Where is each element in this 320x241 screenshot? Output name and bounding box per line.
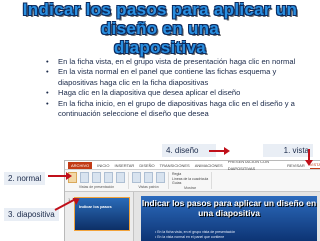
- arrow-head-icon: [305, 160, 313, 166]
- slide-canvas[interactable]: Indicar los pasos para aplicar un diseño…: [141, 196, 317, 241]
- ribbon-group-label: Vistas de presentación: [78, 185, 115, 189]
- callout-design: 4. diseño: [162, 144, 216, 157]
- arrow-head-icon: [224, 147, 230, 155]
- arrow-to-design: [209, 150, 225, 152]
- ribbon-group-presentation-views: Vistas de presentación: [68, 172, 129, 189]
- powerpoint-screenshot: ARCHIVO INICIO INSERTAR DISEÑO TRANSICIO…: [64, 160, 320, 241]
- tab-home[interactable]: INICIO: [97, 162, 109, 169]
- list-item: En la vista normal en el panel que conti…: [155, 235, 315, 240]
- notes-page-button[interactable]: [104, 172, 113, 183]
- callout-view: 1. vista: [263, 144, 313, 157]
- ribbon: Vistas de presentación Vistas patrón Reg…: [65, 170, 320, 192]
- tab-review[interactable]: REVISAR: [287, 162, 305, 169]
- slide-sorter-button[interactable]: [92, 172, 101, 183]
- workspace: 1 Indicar los pasos Indicar los pasos pa…: [65, 192, 320, 241]
- slide-title-line2: diapositiva: [113, 38, 207, 57]
- notes-master-button[interactable]: [156, 172, 165, 183]
- tab-transitions[interactable]: TRANSICIONES: [160, 162, 190, 169]
- slide-title: Indicar los pasos para aplicar un diseño…: [0, 0, 320, 57]
- thumbnail-title: Indicar los pasos: [79, 204, 112, 209]
- ribbon-group-master-views: Vistas patrón: [132, 172, 169, 189]
- slide-thumbnail[interactable]: Indicar los pasos: [74, 197, 130, 231]
- ribbon-tabs: ARCHIVO INICIO INSERTAR DISEÑO TRANSICIO…: [65, 161, 320, 172]
- handout-master-button[interactable]: [144, 172, 153, 183]
- outline-view-button[interactable]: [80, 172, 89, 183]
- tab-slideshow[interactable]: PRESENTACIÓN CON DIAPOSITIVAS: [228, 161, 282, 172]
- slide-master-button[interactable]: [132, 172, 141, 183]
- list-item: En la vista normal en el panel que conti…: [44, 67, 306, 88]
- ribbon-group-label: Vistas patrón: [138, 185, 159, 189]
- tab-insert[interactable]: INSERTAR: [114, 162, 134, 169]
- callout-normal: 2. normal: [4, 172, 46, 185]
- arrow-head-icon: [66, 172, 72, 180]
- list-item: En la ficha inicio, en el grupo de diapo…: [44, 99, 306, 120]
- slide-title-line1: Indicar los pasos para aplicar un diseño…: [22, 0, 298, 38]
- canvas-bullets: En la ficha vista, en el grupo vista de …: [155, 230, 315, 239]
- callout-slide: 3. diapositiva: [4, 208, 59, 221]
- arrow-to-normal: [48, 175, 68, 177]
- reading-view-button[interactable]: [116, 172, 125, 183]
- list-item: Haga clic en la diapositiva que desea ap…: [44, 88, 306, 99]
- ribbon-group-show: Regla Líneas de la cuadrícula Guías Most…: [172, 172, 213, 190]
- tab-animations[interactable]: ANIMACIONES: [195, 162, 223, 169]
- ribbon-group-label: Mostrar: [184, 185, 197, 190]
- tab-design[interactable]: DISEÑO: [139, 162, 154, 169]
- list-item: En la ficha vista, en el grupo vista de …: [44, 57, 306, 68]
- instruction-list: En la ficha vista, en el grupo vista de …: [44, 57, 306, 119]
- canvas-title: Indicar los pasos para aplicar un diseño…: [141, 198, 317, 218]
- tab-file[interactable]: ARCHIVO: [68, 161, 93, 169]
